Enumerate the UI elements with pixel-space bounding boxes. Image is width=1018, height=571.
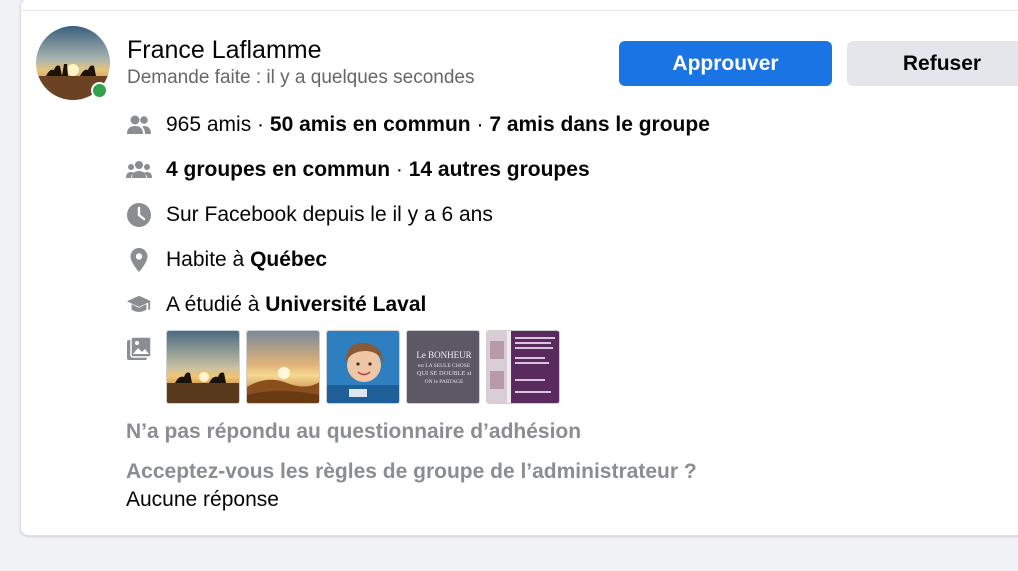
photo-thumbnail[interactable] [486,330,560,404]
rules-question: Acceptez-vous les règles de groupe de l’… [126,460,697,483]
quote-line-4: ON le PARTAGE [425,379,464,385]
friends-icon [126,112,152,138]
city-link[interactable]: Québec [250,248,327,271]
top-divider [20,10,1018,11]
groups-row: 4 groupes en commun · 14 autres groupes [126,155,590,185]
education-row: A étudié à Université Laval [126,290,426,320]
photo-thumbnail-quote[interactable]: Le BONHEUR est LA SEULE CHOSE QUI SE DOU… [406,330,480,404]
separator: · [251,113,270,136]
rules-answer: Aucune réponse [126,488,279,511]
refuse-button[interactable]: Refuser [847,41,1018,86]
clock-icon [126,202,152,228]
studied-prefix: A étudié à [166,293,266,316]
requester-name[interactable]: France Laflamme [127,36,322,65]
quote-line-3: QUI SE DOUBLE si [417,370,472,377]
photo-thumbnail[interactable] [166,330,240,404]
location-row: Habite à Québec [126,245,327,275]
photos-icon [126,336,152,367]
lives-prefix: Habite à [166,248,251,271]
friends-count: 965 amis [166,113,252,136]
education-info: A étudié à Université Laval [166,293,426,317]
photo-thumbnail[interactable] [246,330,320,404]
mutual-groups-link[interactable]: 4 groupes en commun [166,158,390,181]
groups-info: 4 groupes en commun · 14 autres groupes [166,158,590,182]
location-icon [126,247,152,273]
separator: · [390,158,409,181]
photo-thumbnail[interactable] [326,330,400,404]
quote-line-2: est LA SEULE CHOSE [418,363,471,369]
request-time: Demande faite : il y a quelques secondes [127,67,475,88]
school-link[interactable]: Université Laval [265,293,426,316]
online-status-dot [91,82,108,99]
separator: · [470,113,490,136]
groups-icon [126,157,152,183]
other-groups-link[interactable]: 14 autres groupes [409,158,590,181]
recent-photos: Le BONHEUR est LA SEULE CHOSE QUI SE DOU… [166,330,560,404]
member-since: Sur Facebook depuis le il y a 6 ans [166,203,493,226]
friends-info: 965 amis · 50 amis en commun · 7 amis da… [166,113,710,137]
education-icon [126,292,152,318]
member-since-row: Sur Facebook depuis le il y a 6 ans [126,200,493,230]
mutual-friends-link[interactable]: 50 amis en commun [270,113,471,136]
quote-line-1: Le BONHEUR [416,350,471,360]
friends-in-group-link[interactable]: 7 amis dans le groupe [489,113,710,136]
friends-row: 965 amis · 50 amis en commun · 7 amis da… [126,110,710,140]
approve-button[interactable]: Approuver [619,41,832,86]
questionnaire-status: N’a pas répondu au questionnaire d’adhés… [126,420,582,443]
location-info: Habite à Québec [166,248,327,272]
